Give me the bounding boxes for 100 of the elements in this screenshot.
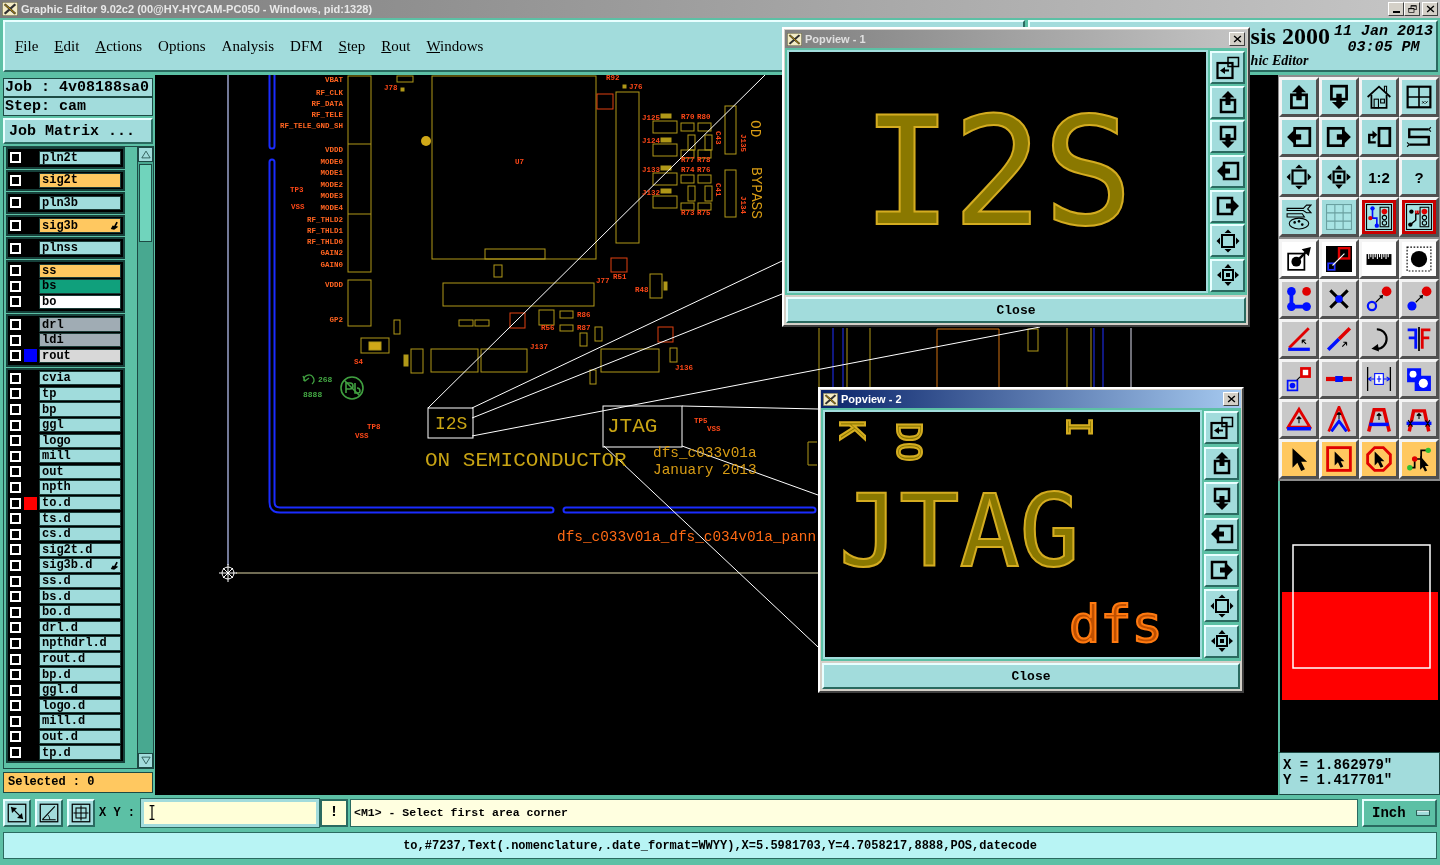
layer-checkbox[interactable] xyxy=(10,669,21,681)
layer-checkbox[interactable] xyxy=(10,513,21,525)
layer-checkbox[interactable] xyxy=(10,152,21,164)
window-close-button[interactable] xyxy=(1223,392,1239,406)
layer-checkbox[interactable] xyxy=(10,544,21,556)
menu-item[interactable]: Actions xyxy=(95,37,143,55)
layer-name[interactable]: cvia xyxy=(39,371,121,386)
tool-button[interactable] xyxy=(1399,279,1439,319)
tool-button[interactable] xyxy=(1399,197,1439,237)
layer-checkbox[interactable] xyxy=(10,575,21,587)
tool-button[interactable] xyxy=(1319,439,1359,479)
layer-name[interactable]: ggl xyxy=(39,417,121,433)
tool-button[interactable] xyxy=(1319,77,1359,117)
layer-checkbox[interactable] xyxy=(10,174,21,186)
tool-button[interactable] xyxy=(35,798,63,827)
tool-button[interactable] xyxy=(1359,197,1399,237)
tool-button[interactable] xyxy=(1319,319,1359,359)
tool-button[interactable] xyxy=(1359,117,1399,157)
help-button[interactable]: ? xyxy=(1399,157,1439,197)
layer-name[interactable]: ggl.d xyxy=(39,683,121,698)
window-close-button[interactable] xyxy=(1229,32,1245,46)
tool-button[interactable] xyxy=(1319,117,1359,157)
layer-name[interactable]: plnss xyxy=(39,241,121,256)
minimize-button[interactable] xyxy=(1388,2,1404,16)
tool-button[interactable] xyxy=(1204,553,1239,587)
tool-button[interactable] xyxy=(1210,224,1245,258)
tool-button[interactable] xyxy=(1279,157,1319,197)
layer-name[interactable]: ss.d xyxy=(39,573,121,589)
layer-name[interactable]: sig2t xyxy=(39,173,121,188)
layer-name[interactable]: bs xyxy=(39,279,121,294)
layer-name[interactable]: tp xyxy=(39,386,121,402)
layer-name[interactable]: sig2t.d xyxy=(39,542,121,557)
close-button[interactable] xyxy=(1422,2,1438,16)
tool-button[interactable] xyxy=(1319,197,1359,237)
scrollbar-thumb[interactable] xyxy=(139,164,152,242)
tool-button[interactable] xyxy=(1359,77,1399,117)
tool-button[interactable] xyxy=(1279,319,1319,359)
layer-name[interactable]: rout xyxy=(39,348,121,363)
tool-button[interactable] xyxy=(1359,279,1399,319)
tool-button[interactable] xyxy=(67,798,95,827)
layer-checkbox[interactable] xyxy=(10,296,21,308)
tool-button[interactable] xyxy=(1399,439,1439,479)
tool-button[interactable] xyxy=(1210,154,1245,188)
tool-button[interactable] xyxy=(1319,399,1359,439)
layer-checkbox[interactable] xyxy=(10,700,21,712)
layer-checkbox[interactable] xyxy=(10,622,21,634)
tool-button[interactable] xyxy=(1359,239,1399,279)
tool-button[interactable] xyxy=(1279,359,1319,399)
menu-item[interactable]: Edit xyxy=(54,37,80,55)
tool-button[interactable] xyxy=(1204,411,1239,444)
units-dropdown[interactable]: Inch xyxy=(1362,798,1437,827)
layer-checkbox[interactable] xyxy=(10,466,21,478)
close-button[interactable]: Close xyxy=(822,663,1240,689)
scroll-down-button[interactable] xyxy=(138,753,153,768)
scroll-up-button[interactable] xyxy=(138,147,153,162)
layer-name[interactable]: mill.d xyxy=(39,714,121,729)
menu-item[interactable]: DFM xyxy=(290,37,323,55)
layer-name[interactable]: bo xyxy=(39,294,121,310)
menu-item[interactable]: Rout xyxy=(381,37,411,55)
tool-button[interactable] xyxy=(1319,157,1359,197)
tool-button[interactable] xyxy=(1319,359,1359,399)
tool-button[interactable] xyxy=(1210,120,1245,154)
layer-checkbox[interactable] xyxy=(10,372,21,384)
layer-checkbox[interactable] xyxy=(10,197,21,209)
restore-button[interactable] xyxy=(1404,2,1420,16)
tool-button[interactable] xyxy=(1279,197,1319,237)
layer-checkbox[interactable] xyxy=(10,334,21,346)
layer-checkbox[interactable] xyxy=(10,419,21,431)
layer-checkbox[interactable] xyxy=(10,482,21,493)
overview-map[interactable] xyxy=(1278,481,1440,752)
layer-checkbox[interactable] xyxy=(10,265,21,277)
layer-name[interactable]: out.d xyxy=(39,729,121,745)
menu-item[interactable]: Windows xyxy=(426,37,484,55)
tool-button[interactable] xyxy=(1399,117,1439,157)
tool-button[interactable] xyxy=(1210,85,1245,119)
tool-button[interactable] xyxy=(1399,239,1439,279)
tool-button[interactable] xyxy=(1279,399,1319,439)
tool-button[interactable] xyxy=(1359,359,1399,399)
tool-button[interactable] xyxy=(1399,399,1439,439)
layer-name[interactable]: logo.d xyxy=(39,698,121,713)
tool-button[interactable] xyxy=(1210,258,1245,292)
tool-button[interactable] xyxy=(1204,482,1239,516)
layer-name[interactable]: drl.d xyxy=(39,620,121,635)
tool-button[interactable] xyxy=(1359,319,1399,359)
layer-name[interactable]: ldi xyxy=(39,333,121,348)
layer-name[interactable]: ts.d xyxy=(39,511,121,526)
menu-item[interactable]: Analysis xyxy=(221,37,275,55)
tool-button[interactable] xyxy=(1399,319,1439,359)
alert-button[interactable]: ! xyxy=(320,798,348,827)
layer-checkbox[interactable] xyxy=(10,404,21,415)
tool-button[interactable] xyxy=(1279,117,1319,157)
coordinate-input[interactable] xyxy=(141,798,319,827)
layer-checkbox[interactable] xyxy=(10,350,21,362)
layer-checkbox[interactable] xyxy=(10,497,21,509)
layer-checkbox[interactable] xyxy=(10,220,21,232)
layer-name[interactable]: ss xyxy=(39,263,121,278)
layer-checkbox[interactable] xyxy=(10,559,21,571)
tool-button[interactable] xyxy=(1319,239,1359,279)
tool-button[interactable] xyxy=(1204,589,1239,623)
layer-name[interactable]: pln2t xyxy=(39,150,121,165)
